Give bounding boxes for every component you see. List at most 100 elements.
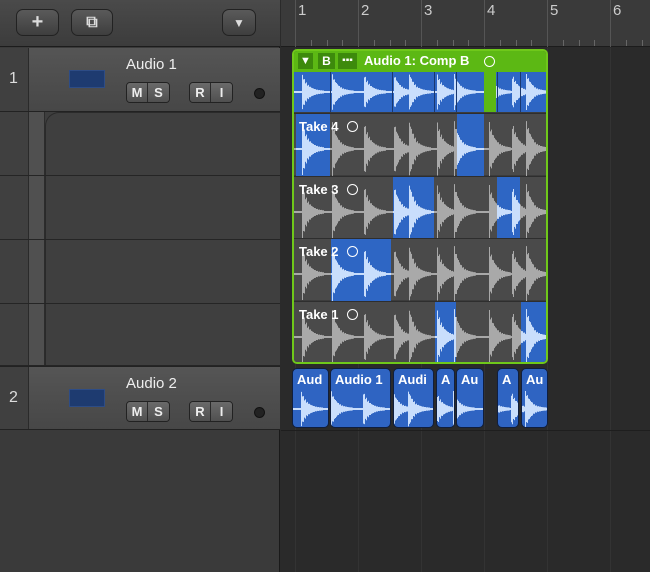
beat-tick: [531, 40, 532, 46]
bar-number: 5: [550, 2, 558, 19]
take-circle-icon[interactable]: [347, 246, 358, 257]
waveform: [498, 389, 519, 428]
audio-waveform-icon: [69, 389, 105, 407]
collapse-toggle[interactable]: ▼: [298, 53, 313, 69]
input-monitor-button[interactable]: I: [211, 402, 232, 421]
mute-button[interactable]: M: [127, 83, 148, 102]
add-track-button[interactable]: +: [16, 9, 59, 36]
beat-tick: [500, 40, 501, 46]
audio-region[interactable]: A: [497, 368, 519, 428]
beat-tick: [626, 40, 627, 46]
audio-region[interactable]: Audi: [393, 368, 434, 428]
beat-tick: [374, 40, 375, 46]
take-lanes-header: [0, 112, 280, 366]
take-label: Take 4: [299, 119, 358, 134]
waveform: [457, 389, 484, 428]
record-enable-button[interactable]: R: [190, 83, 211, 102]
take-name: Take 2: [299, 244, 339, 259]
waveform: [522, 389, 548, 428]
take-lane-header: [0, 240, 280, 304]
take-lane-header: [0, 304, 280, 366]
audio-region[interactable]: Au: [456, 368, 484, 428]
bar-number: 3: [424, 2, 432, 19]
bar-ruler[interactable]: 1 2 3 4 5 6: [281, 0, 650, 47]
take-label: Take 2: [299, 244, 358, 259]
record-enable-button[interactable]: R: [190, 402, 211, 421]
comp-segment-divider: [392, 72, 393, 112]
track-header-audio-2[interactable]: 2 Audio 2 MS RI: [0, 366, 280, 430]
region-name: A: [502, 372, 511, 387]
audio-region[interactable]: Au: [521, 368, 548, 428]
take-name: Take 1: [299, 307, 339, 322]
waveform: [293, 389, 329, 428]
take-label: Take 1: [299, 307, 358, 322]
track-divider: [281, 430, 650, 431]
selected-waveform: [497, 181, 520, 243]
waveform: [521, 306, 546, 365]
comp-segment-divider: [330, 72, 331, 112]
take-lane[interactable]: Take 3: [294, 176, 546, 238]
waveform: [393, 181, 434, 243]
bar-line: [610, 0, 611, 47]
selected-waveform: [521, 306, 546, 365]
audio-region[interactable]: Audio 1: [330, 368, 391, 428]
take-lane[interactable]: Take 4: [294, 113, 546, 175]
beat-tick: [342, 40, 343, 46]
track-menu-button[interactable]: ▼: [222, 9, 256, 36]
region-name: Audi: [398, 372, 427, 387]
track-list-toolbar: + ⧉ ▼: [0, 0, 280, 47]
solo-button[interactable]: S: [148, 83, 169, 102]
track-number: 1: [0, 48, 29, 111]
comp-header: ▼ B ▪▪▪ Audio 1: Comp B: [294, 51, 546, 72]
track-name[interactable]: Audio 1: [126, 56, 177, 73]
selected-waveform: [435, 306, 456, 365]
take-lane[interactable]: Take 2: [294, 238, 546, 300]
mute-button[interactable]: M: [127, 402, 148, 421]
take-circle-icon[interactable]: [347, 309, 358, 320]
comp-waveform[interactable]: [294, 72, 546, 112]
bar-line: [547, 0, 548, 47]
bar-line: [358, 0, 359, 47]
bar-number: 2: [361, 2, 369, 19]
take-circle-icon[interactable]: [347, 184, 358, 195]
status-led: [254, 407, 265, 418]
take-name: Take 3: [299, 182, 339, 197]
beat-tick: [468, 40, 469, 46]
input-monitor-button[interactable]: I: [211, 83, 232, 102]
take-lane-header: [0, 112, 280, 176]
region-name: A: [441, 372, 450, 387]
comp-take-folder[interactable]: ▼ B ▪▪▪ Audio 1: Comp B Take 4 Take 3 Take…: [292, 49, 548, 364]
bar-number: 1: [298, 2, 306, 19]
grid-line: [610, 48, 611, 572]
solo-button[interactable]: S: [148, 402, 169, 421]
mute-solo-group: MS: [126, 82, 170, 103]
take-circle-icon[interactable]: [347, 121, 358, 132]
record-input-group: RI: [189, 401, 233, 422]
duplicate-track-button[interactable]: ⧉: [71, 9, 113, 36]
bar-number: 4: [487, 2, 495, 19]
waveform: [435, 306, 456, 365]
comp-name: Audio 1: Comp B: [364, 53, 469, 68]
waveform: [457, 118, 484, 180]
audio-region[interactable]: A: [436, 368, 455, 428]
track-header-audio-1[interactable]: 1 Audio 1 MS RI: [0, 48, 280, 112]
take-label: Take 3: [299, 182, 358, 197]
region-name: Audio 1: [335, 372, 383, 387]
loop-circle-icon[interactable]: [484, 56, 495, 67]
take-lane[interactable]: Take 1: [294, 301, 546, 363]
comp-segment-divider: [456, 72, 457, 112]
mute-solo-group: MS: [126, 401, 170, 422]
bar-number: 6: [613, 2, 621, 19]
audio-region[interactable]: Aud: [292, 368, 329, 428]
comp-letter-button[interactable]: B: [318, 53, 335, 69]
beat-tick: [405, 40, 406, 46]
waveform: [294, 72, 546, 112]
waveform: [437, 389, 455, 428]
bar-line: [484, 0, 485, 47]
quick-swipe-icon[interactable]: ▪▪▪: [338, 53, 357, 69]
track-name[interactable]: Audio 2: [126, 375, 177, 392]
comp-gap: [484, 72, 496, 112]
beat-tick: [563, 40, 564, 46]
bar-line: [295, 0, 296, 47]
comp-segment-divider: [520, 72, 521, 112]
